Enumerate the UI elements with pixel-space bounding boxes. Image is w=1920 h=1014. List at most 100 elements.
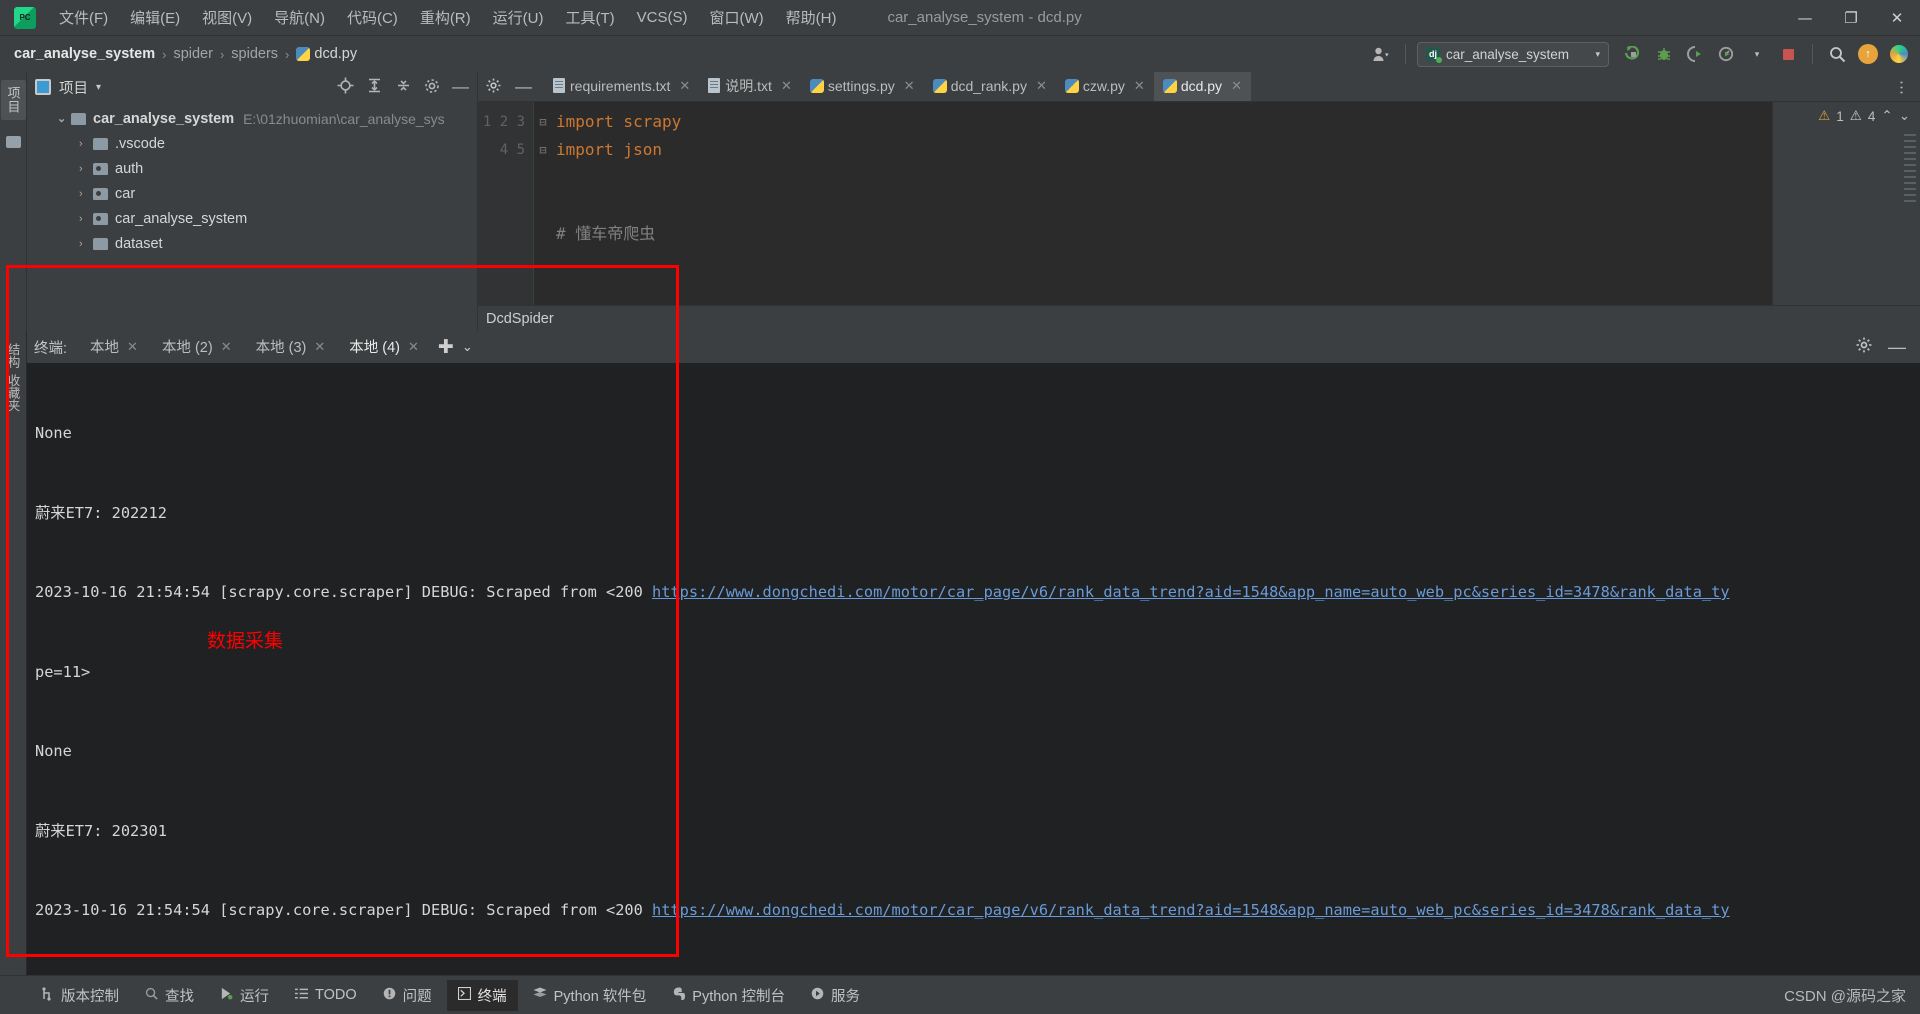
statusbar-problems[interactable]: 问题 <box>372 980 443 1011</box>
locate-icon[interactable] <box>337 77 354 97</box>
statusbar-version-control[interactable]: 版本控制 <box>30 980 130 1011</box>
chevron-right-icon[interactable]: › <box>79 213 93 225</box>
chevron-down-icon[interactable]: ▾ <box>96 82 101 93</box>
terminal-url-link[interactable]: https://www.dongchedi.com/motor/car_page… <box>652 901 1730 919</box>
close-icon[interactable]: ✕ <box>221 339 232 355</box>
chevron-down-icon[interactable]: ⌄ <box>57 112 71 125</box>
tab-dcd-py[interactable]: dcd.py ✕ <box>1153 72 1251 101</box>
collapse-all-icon[interactable] <box>395 78 412 96</box>
menu-refactor[interactable]: 重构(R) <box>409 3 482 32</box>
chevron-down-icon[interactable]: ⌄ <box>462 339 473 355</box>
menu-edit[interactable]: 编辑(E) <box>119 3 191 32</box>
code-text[interactable]: import scrapy import json # 懂车帝爬虫 <box>552 102 1772 305</box>
tab-requirements-txt[interactable]: requirements.txt ✕ <box>544 72 699 101</box>
rail-favorites-label[interactable]: 收藏夹 <box>4 374 23 412</box>
run-configuration-selector[interactable]: dj car_analyse_system ▾ <box>1417 41 1609 67</box>
code-folding-column[interactable]: ⊟ ⊟ <box>534 102 552 305</box>
close-icon[interactable]: ✕ <box>904 78 915 94</box>
terminal-output[interactable]: None 蔚来ET7: 202212 2023-10-16 21:54:54 [… <box>0 363 1920 975</box>
close-icon[interactable]: ✕ <box>1036 78 1047 94</box>
menu-vcs[interactable]: VCS(S) <box>626 5 699 30</box>
debug-icon[interactable] <box>1651 41 1677 67</box>
terminal-tab-local-1[interactable]: 本地 ✕ <box>83 330 145 364</box>
tab-czw-py[interactable]: czw.py ✕ <box>1056 72 1154 101</box>
code-editor[interactable]: 1 2 3 4 5 ⊟ ⊟ import scrapy import json … <box>478 102 1920 305</box>
search-icon[interactable] <box>1824 41 1850 67</box>
breadcrumb-spider[interactable]: spider <box>173 46 213 62</box>
tab-settings-py[interactable]: settings.py ✕ <box>801 72 924 101</box>
run-with-coverage-icon[interactable] <box>1682 41 1708 67</box>
statusbar-python-packages[interactable]: Python 软件包 <box>522 980 658 1011</box>
profile-chevron-down-icon[interactable]: ▾ <box>1744 41 1770 67</box>
menu-run[interactable]: 运行(U) <box>482 3 555 32</box>
close-icon[interactable]: ✕ <box>127 339 138 355</box>
tree-node-dataset[interactable]: › dataset <box>27 231 477 256</box>
hide-icon[interactable]: — <box>452 78 469 95</box>
tab-dcd-rank-py[interactable]: dcd_rank.py ✕ <box>924 72 1056 101</box>
more-icon[interactable]: ⋯ <box>1892 80 1910 94</box>
close-icon[interactable]: ✕ <box>781 78 792 94</box>
tree-node-car[interactable]: › car <box>27 181 477 206</box>
expand-all-icon[interactable] <box>366 78 383 96</box>
breadcrumb-separator: › <box>162 46 167 62</box>
rail-structure-label[interactable]: 结构 <box>4 343 23 368</box>
update-icon[interactable]: ↑ <box>1855 41 1881 67</box>
minimize-button[interactable]: — <box>1782 0 1828 36</box>
menu-file[interactable]: 文件(F) <box>48 3 119 32</box>
statusbar-find[interactable]: 查找 <box>134 980 205 1011</box>
statusbar-todo[interactable]: TODO <box>284 982 368 1008</box>
stop-icon[interactable] <box>1775 41 1801 67</box>
statusbar-services[interactable]: 服务 <box>800 980 871 1011</box>
breadcrumb-spiders[interactable]: spiders <box>231 46 278 62</box>
settings-icon[interactable] <box>424 78 440 97</box>
chevron-right-icon[interactable]: › <box>79 188 93 200</box>
maximize-button[interactable]: ❐ <box>1828 0 1874 36</box>
close-icon[interactable]: ✕ <box>1231 78 1242 94</box>
gear-icon[interactable] <box>1856 337 1872 357</box>
tree-node-root[interactable]: ⌄ car_analyse_system E:\01zhuomian\car_a… <box>27 106 477 131</box>
tree-node-car-analyse-system[interactable]: › car_analyse_system <box>27 206 477 231</box>
editor-minimap[interactable] <box>1904 134 1916 204</box>
close-icon[interactable]: ✕ <box>408 339 419 355</box>
chevron-right-icon[interactable]: › <box>79 163 93 175</box>
minimize-icon[interactable]: — <box>515 78 532 95</box>
gear-icon[interactable] <box>486 78 501 96</box>
close-button[interactable]: ✕ <box>1874 0 1920 36</box>
menu-code[interactable]: 代码(C) <box>336 3 409 32</box>
menu-window[interactable]: 窗口(W) <box>698 3 774 32</box>
user-icon[interactable] <box>1368 41 1394 67</box>
terminal-url-link[interactable]: https://www.dongchedi.com/motor/car_page… <box>652 583 1730 601</box>
terminal-tab-local-4[interactable]: 本地 (4) ✕ <box>342 330 426 365</box>
chevron-right-icon[interactable]: › <box>79 138 93 150</box>
menu-navigate[interactable]: 导航(N) <box>263 3 336 32</box>
tree-node-auth[interactable]: › auth <box>27 156 477 181</box>
prev-problem-icon[interactable]: ⌃ <box>1881 108 1892 124</box>
close-icon[interactable]: ✕ <box>1134 78 1145 94</box>
hide-panel-icon[interactable]: — <box>1888 338 1906 356</box>
tab-shuoming-txt[interactable]: 说明.txt ✕ <box>699 72 801 101</box>
terminal-text[interactable]: None 蔚来ET7: 202212 2023-10-16 21:54:54 [… <box>27 363 1920 975</box>
breadcrumb-project[interactable]: car_analyse_system <box>14 46 155 62</box>
terminal-tab-local-3[interactable]: 本地 (3) ✕ <box>249 330 333 364</box>
profile-icon[interactable] <box>1713 41 1739 67</box>
run-icon[interactable] <box>1620 41 1646 67</box>
folder-icon[interactable] <box>5 136 21 148</box>
python-file-icon <box>809 78 824 93</box>
close-icon[interactable]: ✕ <box>314 339 325 355</box>
statusbar-run[interactable]: 运行 <box>209 980 280 1011</box>
tree-node-vscode[interactable]: › .vscode <box>27 131 477 156</box>
menu-help[interactable]: 帮助(H) <box>775 3 848 32</box>
breadcrumb-file[interactable]: dcd.py <box>314 46 357 62</box>
menu-view[interactable]: 视图(V) <box>191 3 263 32</box>
ide-icon[interactable] <box>1886 41 1912 67</box>
new-terminal-tab-icon[interactable]: ✚ <box>438 336 454 359</box>
close-icon[interactable]: ✕ <box>679 78 690 94</box>
statusbar-terminal[interactable]: 终端 <box>446 979 518 1011</box>
terminal-tab-local-2[interactable]: 本地 (2) ✕ <box>155 330 239 364</box>
sidebar-item-project[interactable]: 项目 <box>0 80 26 120</box>
chevron-right-icon[interactable]: › <box>79 238 93 250</box>
next-problem-icon[interactable]: ⌄ <box>1899 108 1910 124</box>
structure-breadcrumb[interactable]: DcdSpider <box>478 305 1920 331</box>
statusbar-python-console[interactable]: Python 控制台 <box>661 980 796 1011</box>
menu-tools[interactable]: 工具(T) <box>554 3 625 32</box>
